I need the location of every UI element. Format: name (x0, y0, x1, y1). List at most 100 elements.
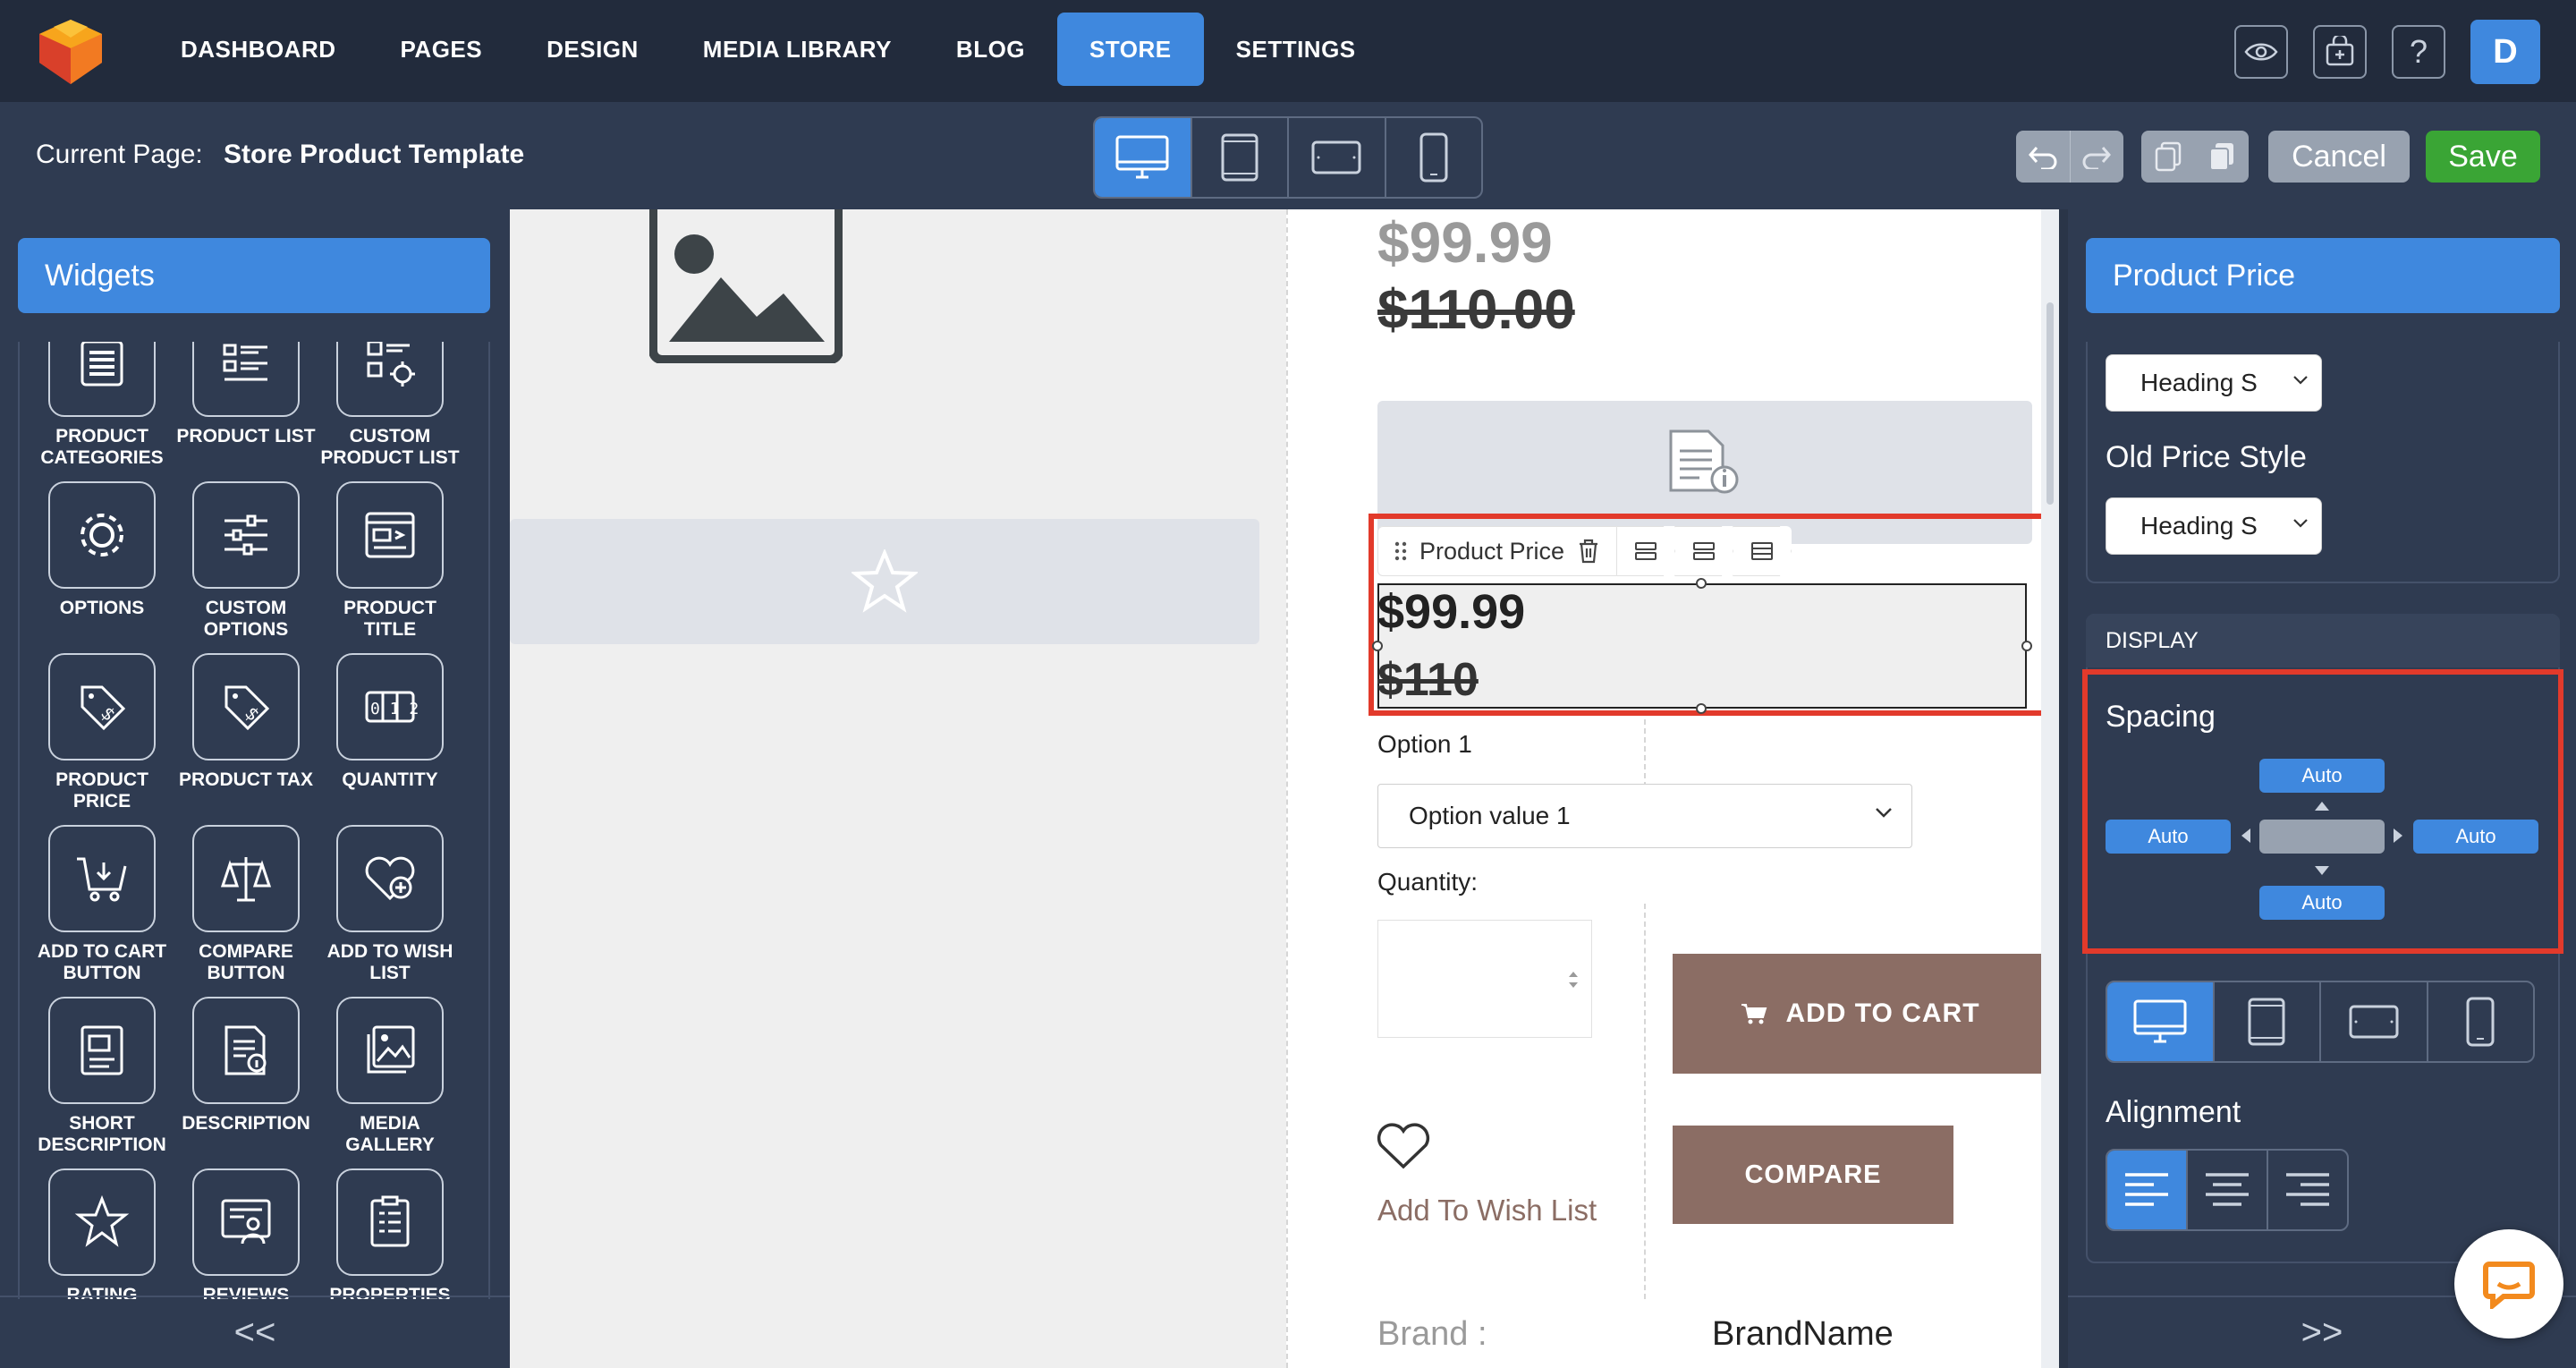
widget-options[interactable]: OPTIONS (30, 481, 174, 653)
heart-icon[interactable] (1374, 1120, 1433, 1172)
chevron-down-icon (2293, 376, 2308, 385)
description-icon (225, 1025, 267, 1075)
device-tablet[interactable] (1192, 118, 1289, 197)
compare-button[interactable]: COMPARE (1673, 1126, 1953, 1224)
paste-button[interactable] (2195, 131, 2249, 183)
widget-product-categories[interactable]: PRODUCT CATEGORIES (30, 342, 174, 481)
option-select[interactable]: Option value 1 (1377, 784, 1912, 848)
chat-launcher-button[interactable] (2454, 1229, 2563, 1338)
copy-button[interactable] (2141, 131, 2195, 183)
preview-button[interactable] (2234, 25, 2288, 79)
widget-description[interactable]: DESCRIPTION (174, 997, 318, 1168)
element-toolbar: Product Price (1377, 526, 1792, 576)
display-section-header: DISPLAY (2086, 614, 2560, 667)
copy-icon (2155, 141, 2182, 172)
nav-blog[interactable]: BLOG (924, 13, 1057, 86)
store-plugin-button[interactable] (2313, 25, 2367, 79)
spacing-top-button[interactable]: Auto (2259, 759, 2385, 793)
device-switcher (1093, 116, 1483, 199)
device-mobile[interactable] (1386, 118, 1482, 197)
nav-pages[interactable]: PAGES (369, 13, 515, 86)
star-icon (852, 549, 918, 613)
display-device-tablet-landscape[interactable] (2321, 982, 2428, 1061)
option-label: Option 1 (1377, 730, 1472, 758)
widget-product-price[interactable]: $ PRODUCT PRICE (30, 653, 174, 825)
parent-section-button[interactable] (1733, 526, 1792, 576)
widgets-list[interactable]: PRODUCT CATEGORIES PRODUCT LIST CUSTOM P… (18, 342, 490, 1299)
display-device-desktop[interactable] (2107, 982, 2215, 1061)
tablet-icon (2248, 998, 2285, 1046)
logo-icon[interactable] (32, 13, 109, 88)
spacing-right-button[interactable]: Auto (2413, 820, 2538, 854)
arrow-up-icon (2315, 802, 2329, 811)
editor-canvas[interactable]: $99.99 $110.00 Product Price $99.99 $110… (510, 209, 2059, 1368)
eye-icon (2244, 43, 2278, 61)
widget-compare-button[interactable]: COMPARE BUTTON (174, 825, 318, 997)
widget-custom-product-list[interactable]: CUSTOM PRODUCT LIST (318, 342, 462, 481)
align-right-button[interactable] (2268, 1151, 2347, 1229)
option-select-value: Option value 1 (1409, 802, 1571, 829)
top-actions: ? D (2234, 20, 2540, 84)
add-to-wish-list-link[interactable]: Add To Wish List (1377, 1194, 1597, 1228)
device-desktop[interactable] (1095, 118, 1192, 197)
add-to-cart-label: ADD TO CART (1785, 998, 1980, 1028)
resize-handle-bottom[interactable] (1696, 703, 1707, 714)
nav-dashboard[interactable]: DASHBOARD (148, 13, 369, 86)
image-placeholder-icon[interactable] (649, 209, 843, 363)
add-to-cart-button[interactable]: ADD TO CART (1673, 954, 2048, 1074)
element-toolbar-main[interactable]: Product Price (1377, 526, 1618, 576)
save-button[interactable]: Save (2426, 131, 2540, 183)
spacing-left-button[interactable]: Auto (2106, 820, 2231, 854)
nav-settings[interactable]: SETTINGS (1204, 13, 1388, 86)
widget-media-gallery[interactable]: MEDIA GALLERY (318, 997, 462, 1168)
widget-properties[interactable]: PROPERTIES (318, 1168, 462, 1299)
resize-handle-top[interactable] (1696, 578, 1707, 589)
display-device-mobile[interactable] (2428, 982, 2534, 1061)
shopping-bag-plus-icon (2326, 36, 2354, 66)
widget-add-to-wish-list[interactable]: ADD TO WISH LIST (318, 825, 462, 997)
widget-reviews[interactable]: REVIEWS (174, 1168, 318, 1299)
avatar[interactable]: D (2470, 20, 2540, 84)
properties-panel: Product Price Heading S Old Price Style … (2068, 209, 2576, 1368)
rating-placeholder[interactable] (510, 519, 1259, 644)
canvas-scrollbar[interactable] (2041, 209, 2059, 1368)
widget-product-tax[interactable]: $ PRODUCT TAX (174, 653, 318, 825)
nav-media-library[interactable]: MEDIA LIBRARY (671, 13, 924, 86)
star-icon (74, 1194, 130, 1247)
product-old-price-value: $110 (1377, 654, 1479, 706)
parent-row-button[interactable] (1616, 526, 1676, 576)
old-price-preview: $110.00 (1377, 279, 1575, 341)
parent-column-button[interactable] (1674, 526, 1734, 576)
spacing-label: Spacing (2106, 700, 2216, 734)
cancel-button[interactable]: Cancel (2268, 131, 2410, 183)
help-button[interactable]: ? (2392, 25, 2445, 79)
redo-button[interactable] (2069, 131, 2124, 183)
widget-rating[interactable]: RATING (30, 1168, 174, 1299)
widget-quantity[interactable]: 0 1 2 QUANTITY (318, 653, 462, 825)
chevron-down-icon (2293, 519, 2308, 528)
align-center-button[interactable] (2188, 1151, 2268, 1229)
quantity-input[interactable] (1377, 920, 1592, 1038)
collapse-left-button[interactable]: << (0, 1296, 510, 1368)
widget-custom-options[interactable]: CUSTOM OPTIONS (174, 481, 318, 653)
device-tablet-landscape[interactable] (1289, 118, 1386, 197)
nav-design[interactable]: DESIGN (514, 13, 671, 86)
trash-icon[interactable] (1577, 538, 1600, 565)
widget-product-list[interactable]: PRODUCT LIST (174, 342, 318, 481)
rows-icon (1693, 542, 1716, 560)
chevron-down-icon (1876, 808, 1892, 818)
display-device-tablet[interactable] (2215, 982, 2321, 1061)
price-style-select[interactable]: Heading S (2106, 354, 2322, 412)
nav-store[interactable]: STORE (1057, 13, 1204, 86)
old-price-style-select[interactable]: Heading S (2106, 497, 2322, 555)
spacing-bottom-button[interactable]: Auto (2259, 886, 2385, 920)
widget-product-title[interactable]: PRODUCT TITLE (318, 481, 462, 653)
align-left-button[interactable] (2107, 1151, 2188, 1229)
properties-icon (370, 1195, 410, 1247)
spinner-icon[interactable] (1566, 967, 1580, 992)
widget-add-to-cart-button[interactable]: ADD TO CART BUTTON (30, 825, 174, 997)
undo-button[interactable] (2016, 131, 2070, 183)
canvas-left-column (510, 209, 1286, 1368)
widget-short-description[interactable]: SHORT DESCRIPTION (30, 997, 174, 1168)
resize-handle-right[interactable] (2021, 641, 2032, 651)
